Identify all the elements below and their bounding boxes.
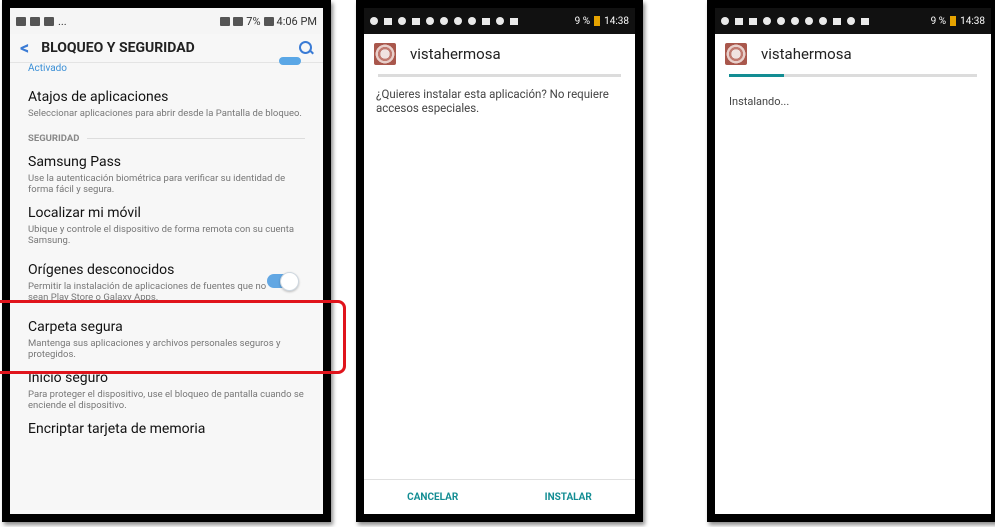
phone-install-prompt: 9 % 14:38 vistahermosa ¿Quieres instalar… [356,0,643,522]
item-subtitle: Ubique y controle el dispositivo de form… [28,224,294,246]
app-icon [725,43,747,65]
item-subtitle: Seleccionar aplicaciones para abrir desd… [28,108,302,119]
installer-header: vistahermosa [715,34,991,74]
settings-screen: ... 7% 4:06 PM < BLOQUEO Y SEGURIDAD Act… [10,8,323,514]
signal-icon [510,17,518,25]
settings-item-encrypt-sd[interactable]: Encriptar tarjeta de memoria [10,411,323,437]
highlight-box [0,300,346,374]
chrome-icon [791,17,799,25]
message-icon [30,16,40,26]
phone-installing: 9 % 14:38 vistahermosa Instalando... [707,0,995,522]
install-progress-fill [729,74,784,77]
download-icon [749,17,757,25]
bluetooth-icon [833,17,841,25]
header-divider [378,74,621,77]
gallery-icon [412,17,420,25]
clock: 4:06 PM [276,14,317,28]
alarm-icon [847,17,855,25]
installer-header: vistahermosa [364,34,635,74]
gallery-icon [735,17,743,25]
status-bar: ... 7% 4:06 PM [10,8,323,34]
whatsapp-icon [398,17,406,25]
settings-item-samsung-pass[interactable]: Samsung Pass Use la autenticación biomét… [10,144,323,195]
item-subtitle: Use la autenticación biométrica para ver… [28,173,286,195]
mute-icon [468,17,476,25]
battery-text: 9 % [574,15,591,27]
page-title: BLOQUEO Y SEGURIDAD [41,40,195,56]
gallery-icon [16,16,26,26]
battery-text: 9 % [930,15,947,27]
settings-item-find-my-mobile[interactable]: Localizar mi móvil Ubique y controle el … [10,195,323,246]
item-title: Orígenes desconocidos [28,262,175,278]
unknown-sources-toggle[interactable] [267,272,299,291]
bluetooth-icon [482,17,490,25]
activado-status: Activado [10,57,323,79]
item-title: Samsung Pass [28,154,122,170]
app-bar: < BLOQUEO Y SEGURIDAD [10,34,323,63]
clock: 14:38 [604,15,629,27]
app-name: vistahermosa [410,45,501,63]
battery-icon [950,16,957,26]
installing-status: Instalando... [729,95,790,108]
partial-toggle[interactable] [279,57,301,65]
install-prompt-screen: 9 % 14:38 vistahermosa ¿Quieres instalar… [364,8,635,514]
battery-icon [263,16,274,26]
chat-icon [721,17,729,25]
phone-settings-screen: ... 7% 4:06 PM < BLOQUEO Y SEGURIDAD Act… [2,0,331,522]
status-bar: 9 % 14:38 [364,8,635,34]
alarm-icon [496,17,504,25]
signal-icon [220,16,231,26]
notification-icon [44,16,54,26]
back-button[interactable]: < [20,38,29,59]
chat-icon [370,17,378,25]
whatsapp-icon [763,17,771,25]
item-title: Atajos de aplicaciones [28,89,169,105]
app-icon [374,43,396,65]
android-icon [454,17,462,25]
activado-label: Activado [28,63,68,74]
install-button[interactable]: INSTALAR [545,492,592,503]
settings-item-shortcuts[interactable]: Atajos de aplicaciones Seleccionar aplic… [10,79,323,119]
signal-icon [861,17,869,25]
app-name: vistahermosa [761,45,852,63]
chrome-icon [440,17,448,25]
battery-text: 7% [246,14,261,28]
android-icon [805,17,813,25]
installing-screen: 9 % 14:38 vistahermosa Instalando... [715,8,991,514]
wifi-icon [233,16,244,26]
search-icon[interactable] [299,41,313,55]
button-bar: CANCELAR INSTALAR [364,479,635,514]
status-more: ... [58,14,67,28]
item-subtitle: Para proteger el dispositivo, use el blo… [28,389,304,411]
messenger-icon [426,17,434,25]
clock: 14:38 [960,15,985,27]
item-title: Localizar mi móvil [28,205,141,221]
install-progress-bar [729,74,977,77]
download-icon [384,17,392,25]
status-bar: 9 % 14:38 [715,8,991,34]
item-title: Encriptar tarjeta de memoria [28,421,206,437]
messenger-icon [777,17,785,25]
section-header-security: SEGURIDAD [10,119,323,144]
cancel-button[interactable]: CANCELAR [407,492,458,503]
install-prompt-text: ¿Quieres instalar esta aplicación? No re… [376,87,609,115]
battery-icon [594,16,601,26]
settings-item-unknown-sources[interactable]: Orígenes desconocidos Permitir la instal… [10,246,323,303]
mute-icon [819,17,827,25]
